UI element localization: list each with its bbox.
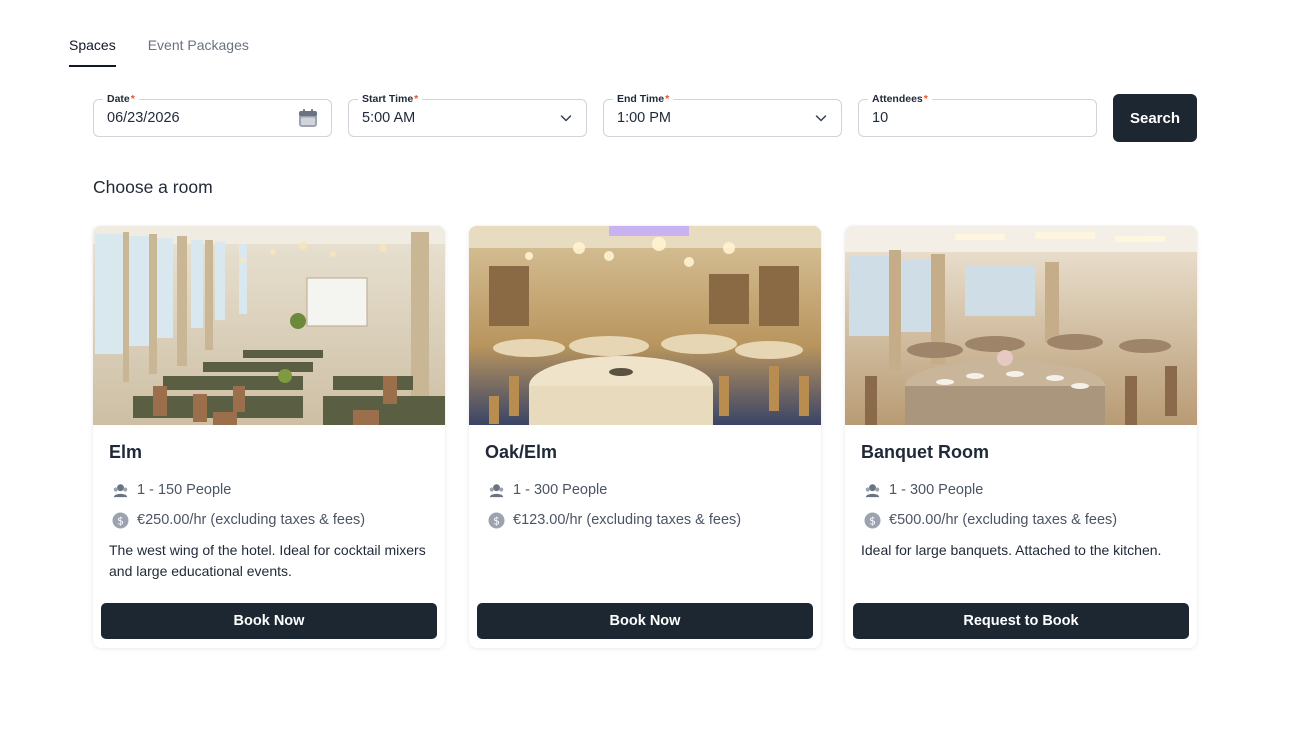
capacity-text: 1 - 150 People (137, 482, 232, 498)
book-now-button[interactable]: Book Now (101, 603, 437, 639)
capacity-row: 1 - 300 People (485, 475, 805, 505)
date-value: 06/23/2026 (107, 110, 180, 126)
room-name: Banquet Room (861, 442, 989, 462)
price-row: $ €123.00/hr (excluding taxes & fees) (485, 505, 805, 535)
date-label: Date* (103, 92, 139, 106)
banquet-hall-photo[interactable] (845, 226, 1197, 425)
room-card-elm: Elm 1 - 150 People $ €250.00/hr (excludi… (93, 226, 445, 648)
tab-event-packages[interactable]: Event Packages (148, 37, 249, 67)
room-description: The west wing of the hotel. Ideal for co… (109, 542, 426, 579)
start-time-label: Start Time* (358, 92, 423, 106)
chevron-down-icon (815, 115, 827, 122)
room-description: Ideal for large banquets. Attached to th… (861, 542, 1162, 558)
dollar-coin-icon: $ (488, 511, 505, 529)
search-bar: Date* 06/23/2026 Start Time* 5:00 AM End… (93, 92, 1197, 142)
start-time-value: 5:00 AM (362, 110, 416, 126)
end-time-select[interactable]: End Time* 1:00 PM (603, 92, 842, 137)
page: Spaces Event Packages Date* 06/23/2026 S… (0, 0, 1289, 756)
book-now-button[interactable]: Book Now (477, 603, 813, 639)
room-name: Elm (109, 442, 143, 462)
start-time-select[interactable]: Start Time* 5:00 AM (348, 92, 587, 137)
capacity-text: 1 - 300 People (513, 482, 608, 498)
search-button[interactable]: Search (1113, 94, 1197, 142)
price-row: $ €500.00/hr (excluding taxes & fees) (861, 505, 1181, 535)
request-to-book-button[interactable]: Request to Book (853, 603, 1189, 639)
dollar-coin-icon: $ (112, 511, 129, 529)
people-icon (113, 483, 128, 497)
calendar-icon[interactable] (298, 108, 318, 128)
attendees-label: Attendees* (868, 92, 932, 106)
end-time-value: 1:00 PM (617, 110, 671, 126)
capacity-row: 1 - 300 People (861, 475, 1181, 505)
ballroom-photo[interactable] (469, 226, 821, 425)
room-list: Elm 1 - 150 People $ €250.00/hr (excludi… (93, 226, 1197, 648)
people-icon (489, 483, 504, 497)
conference-room-photo[interactable] (93, 226, 445, 425)
capacity-row: 1 - 150 People (109, 475, 429, 505)
room-card-banquet-room: Banquet Room 1 - 300 People $ €500.00/hr… (845, 226, 1197, 648)
chevron-down-icon (560, 115, 572, 122)
people-icon (865, 483, 880, 497)
date-field[interactable]: Date* 06/23/2026 (93, 92, 332, 137)
price-row: $ €250.00/hr (excluding taxes & fees) (109, 505, 429, 535)
svg-text:$: $ (493, 515, 500, 527)
price-text: €123.00/hr (excluding taxes & fees) (513, 512, 742, 528)
price-text: €250.00/hr (excluding taxes & fees) (137, 512, 366, 528)
room-card-oak-elm: Oak/Elm 1 - 300 People $ €123.00/hr (exc… (469, 226, 821, 648)
attendees-value: 10 (872, 110, 889, 126)
tab-bar: Spaces Event Packages (69, 37, 249, 67)
capacity-text: 1 - 300 People (889, 482, 984, 498)
room-name: Oak/Elm (485, 442, 558, 462)
svg-text:$: $ (869, 515, 876, 527)
price-text: €500.00/hr (excluding taxes & fees) (889, 512, 1118, 528)
svg-text:$: $ (117, 515, 124, 527)
dollar-coin-icon: $ (864, 511, 881, 529)
attendees-input[interactable]: Attendees* 10 (858, 92, 1097, 137)
section-title: Choose a room (93, 177, 213, 197)
end-time-label: End Time* (613, 92, 674, 106)
tab-spaces[interactable]: Spaces (69, 37, 116, 67)
